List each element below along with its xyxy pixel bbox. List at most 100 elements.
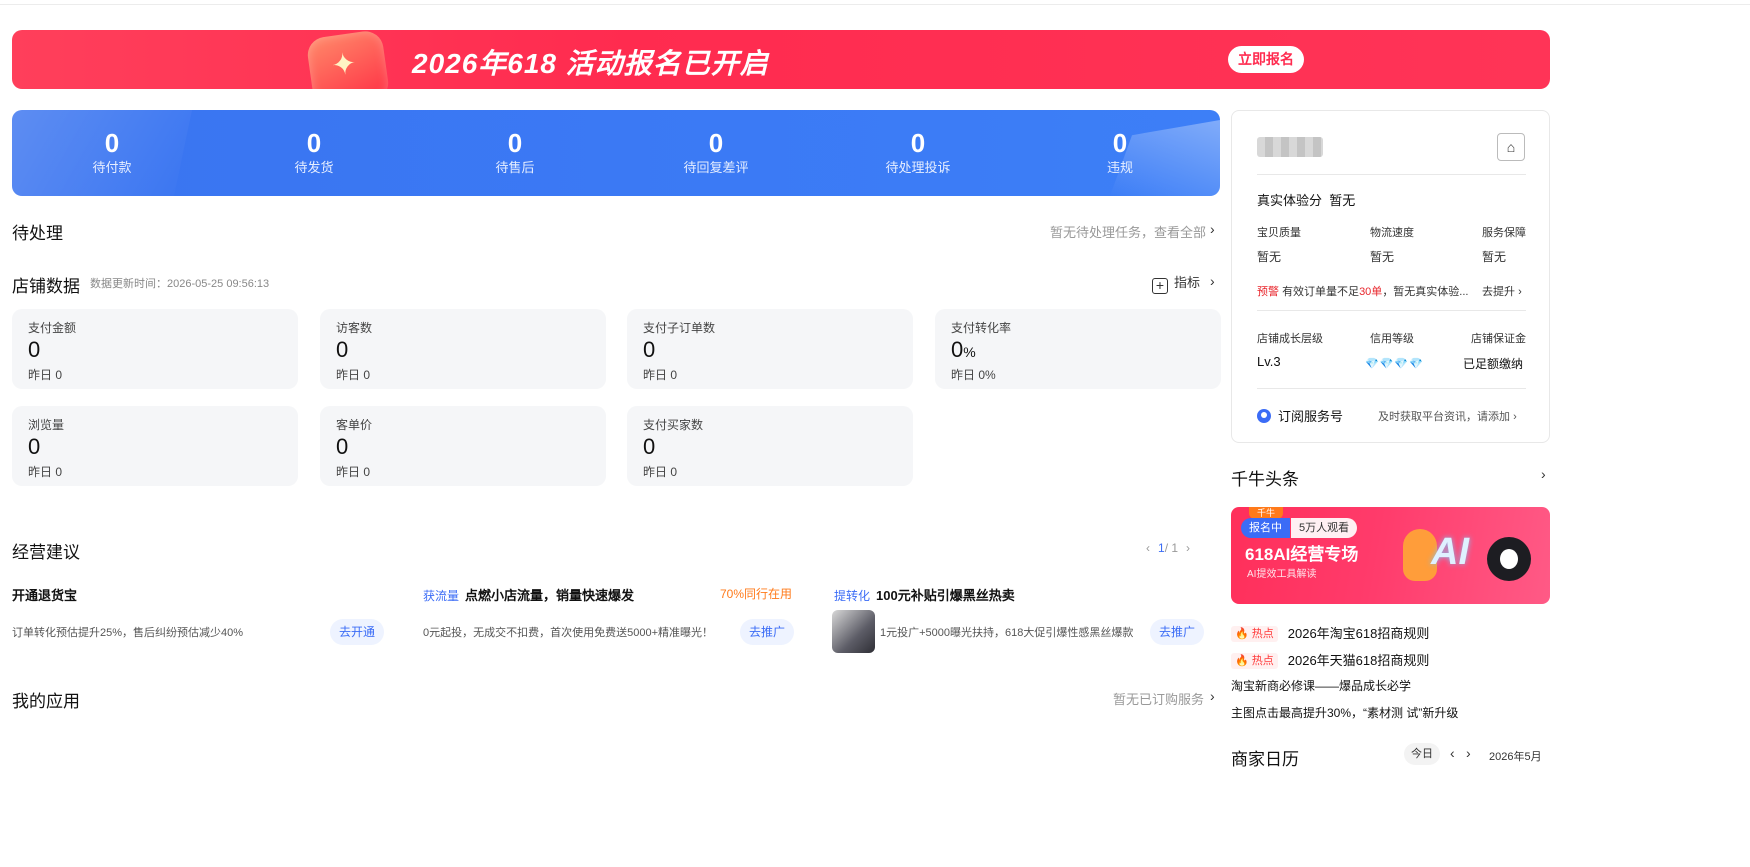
user-circle-icon	[1257, 409, 1271, 423]
metric-value: 暂无	[1482, 250, 1507, 264]
stat-pending-shipment[interactable]: 0 待发货	[244, 128, 384, 178]
top-border	[0, 0, 1750, 5]
activate-return-insurance-button[interactable]: 去开通	[330, 619, 384, 645]
metric-label: 宝贝质量	[1257, 227, 1301, 239]
metric-label: 服务保障	[1482, 227, 1526, 239]
headline-item[interactable]: 🔥 热点 2026年淘宝618招商规则	[1231, 623, 1429, 642]
indicator-label: 指标	[1174, 275, 1201, 290]
metric-value: 0	[643, 337, 656, 362]
chevron-right-icon: ›	[1518, 286, 1522, 298]
promote-button[interactable]: 去推广	[740, 619, 794, 645]
promote-button[interactable]: 去推广	[1150, 619, 1204, 645]
level-label: 信用等级	[1370, 333, 1414, 345]
banner-subtitle: AI提效工具解读	[1247, 569, 1317, 580]
metric-value: 0	[643, 434, 656, 459]
chevron-left-icon[interactable]: ‹	[1450, 745, 1455, 761]
metric-yesterday: 昨日 0	[643, 465, 678, 479]
headline-item[interactable]: 淘宝新商必修课——爆品成长必学	[1231, 677, 1411, 694]
stat-value: 0	[910, 128, 926, 158]
calendar-month: 2026年5月	[1489, 751, 1542, 763]
stat-violation[interactable]: 0 违规	[1050, 128, 1190, 178]
credit-diamond-icons: 💎💎💎💎	[1365, 358, 1424, 370]
metric-yesterday: 昨日 0%	[951, 368, 996, 382]
headline-banner-618ai[interactable]: 千牛 报名中 5万人观看 618AI经营专场 AI提效工具解读 AI	[1231, 507, 1550, 604]
suggestion-title: 提转化 100元补贴引爆黑丝热卖	[834, 588, 1015, 603]
chevron-right-icon[interactable]: ›	[1186, 541, 1190, 555]
growth-level-value: Lv.3	[1257, 354, 1281, 369]
metric-label: 支付金额	[28, 321, 77, 335]
divider	[1257, 310, 1526, 311]
metric-label: 物流速度	[1370, 227, 1414, 239]
stat-pending-bad-review[interactable]: 0 待回复差评	[646, 128, 786, 178]
chevron-right-icon[interactable]: ›	[1466, 745, 1471, 761]
stat-pending-aftersale[interactable]: 0 待售后	[445, 128, 585, 178]
pending-title: 待处理	[12, 224, 63, 243]
home-icon[interactable]: ⌂	[1497, 133, 1525, 161]
chevron-right-icon[interactable]: ›	[1210, 688, 1215, 704]
order-status-band: 0 待付款 0 待发货 0 待售后 0 待回复差评 0 待处理投诉 0 违规	[12, 110, 1220, 196]
gift-box-icon: ✦	[305, 30, 391, 89]
metric-value: 暂无	[1257, 250, 1282, 264]
subscribe-service-account[interactable]: 订阅服务号	[1257, 406, 1343, 425]
no-subscribed-services-link[interactable]: 暂无已订购服务	[1113, 689, 1204, 708]
chevron-right-icon[interactable]: ›	[1210, 273, 1215, 289]
registering-tag: 报名中	[1241, 518, 1290, 538]
chevron-right-icon[interactable]: ›	[1541, 466, 1546, 482]
metric-card-visitors[interactable]: 访客数 0 昨日 0	[320, 309, 606, 389]
headline-item[interactable]: 🔥 热点 2026年天猫618招商规则	[1231, 650, 1429, 669]
experience-warning: 预警 有效订单量不足30单，暂无真实体验...	[1257, 286, 1469, 298]
metric-label: 浏览量	[28, 418, 65, 432]
view-all-pending-link[interactable]: 暂无待处理任务，查看全部	[1050, 222, 1206, 241]
headline-item[interactable]: 主图点击最高提升30%，“素材测 试”新升级	[1231, 704, 1458, 721]
suggestion-desc: 1元投广+5000曝光扶持，618大促引爆性感黑丝爆款	[880, 627, 1134, 639]
update-time: 数据更新时间：2026-05-25 09:56:13	[90, 278, 270, 290]
stat-label: 待售后	[495, 160, 535, 175]
metric-card-avg-order-value[interactable]: 客单价 0 昨日 0	[320, 406, 606, 486]
register-now-button[interactable]: 立即报名	[1228, 46, 1304, 73]
stat-label: 待发货	[294, 160, 334, 175]
experience-score[interactable]: 真实体验分 暂无	[1257, 190, 1355, 209]
subscribe-hint[interactable]: 及时获取平台资讯，请添加 ›	[1378, 408, 1517, 424]
metric-yesterday: 昨日 0	[28, 368, 63, 382]
suggestion-tag: 提转化	[834, 589, 871, 603]
chevron-right-icon: ›	[1513, 411, 1517, 423]
today-button[interactable]: 今日	[1404, 743, 1440, 765]
stat-pending-payment[interactable]: 0 待付款	[42, 128, 182, 178]
promo-title: 2026年618 活动报名已开启	[412, 48, 769, 79]
chevron-right-icon[interactable]: ›	[1210, 221, 1215, 237]
indicator-button[interactable]: + 指标	[1152, 272, 1200, 294]
ai-art-text: AI	[1431, 531, 1469, 573]
stat-pending-complaint[interactable]: 0 待处理投诉	[848, 128, 988, 178]
fire-icon: 🔥 热点	[1231, 626, 1278, 642]
merchant-calendar-title: 商家日历	[1231, 750, 1299, 769]
shop-profile-panel: ⌂ 真实体验分 暂无 宝贝质量 物流速度 服务保障 暂无 暂无 暂无 预警 有效…	[1231, 110, 1550, 443]
metric-card-paying-buyers[interactable]: 支付买家数 0 昨日 0	[627, 406, 913, 486]
metric-value: 暂无	[1370, 250, 1395, 264]
stat-label: 待处理投诉	[885, 160, 951, 175]
stat-value: 0	[1112, 128, 1128, 158]
tmall-cat-illustration	[1487, 537, 1531, 581]
pager-current: 1	[1158, 541, 1165, 555]
metric-value: 0	[336, 337, 349, 362]
metric-card-page-views[interactable]: 浏览量 0 昨日 0	[12, 406, 298, 486]
chevron-left-icon[interactable]: ‹	[1146, 541, 1150, 555]
metric-card-conversion-rate[interactable]: 支付转化率 0% 昨日 0%	[935, 309, 1221, 389]
metric-label: 客单价	[336, 418, 373, 432]
metric-yesterday: 昨日 0	[336, 465, 371, 479]
level-label: 店铺成长层级	[1257, 333, 1323, 345]
divider	[1257, 388, 1526, 389]
improve-link[interactable]: 去提升 ›	[1482, 283, 1522, 299]
metric-label: 支付买家数	[643, 418, 704, 432]
plus-square-icon: +	[1152, 278, 1168, 294]
metric-card-payment-amount[interactable]: 支付金额 0 昨日 0	[12, 309, 298, 389]
pager-total: / 1	[1164, 541, 1179, 555]
suggestion-desc: 0元起投，无成交不扣费，首次使用免费送5000+精准曝光！	[423, 627, 714, 639]
fire-icon: 🔥 热点	[1231, 653, 1278, 669]
metric-card-paid-suborders[interactable]: 支付子订单数 0 昨日 0	[627, 309, 913, 389]
stat-value: 0	[104, 128, 120, 158]
suggestion-title: 获流量 点燃小店流量，销量快速爆发	[423, 588, 635, 603]
promo-banner[interactable]: ✦ 2026年618 活动报名已开启 立即报名	[12, 30, 1550, 89]
level-label: 店铺保证金	[1471, 333, 1526, 345]
viewers-tag: 5万人观看	[1291, 518, 1358, 538]
shop-data-title: 店铺数据	[12, 277, 80, 296]
